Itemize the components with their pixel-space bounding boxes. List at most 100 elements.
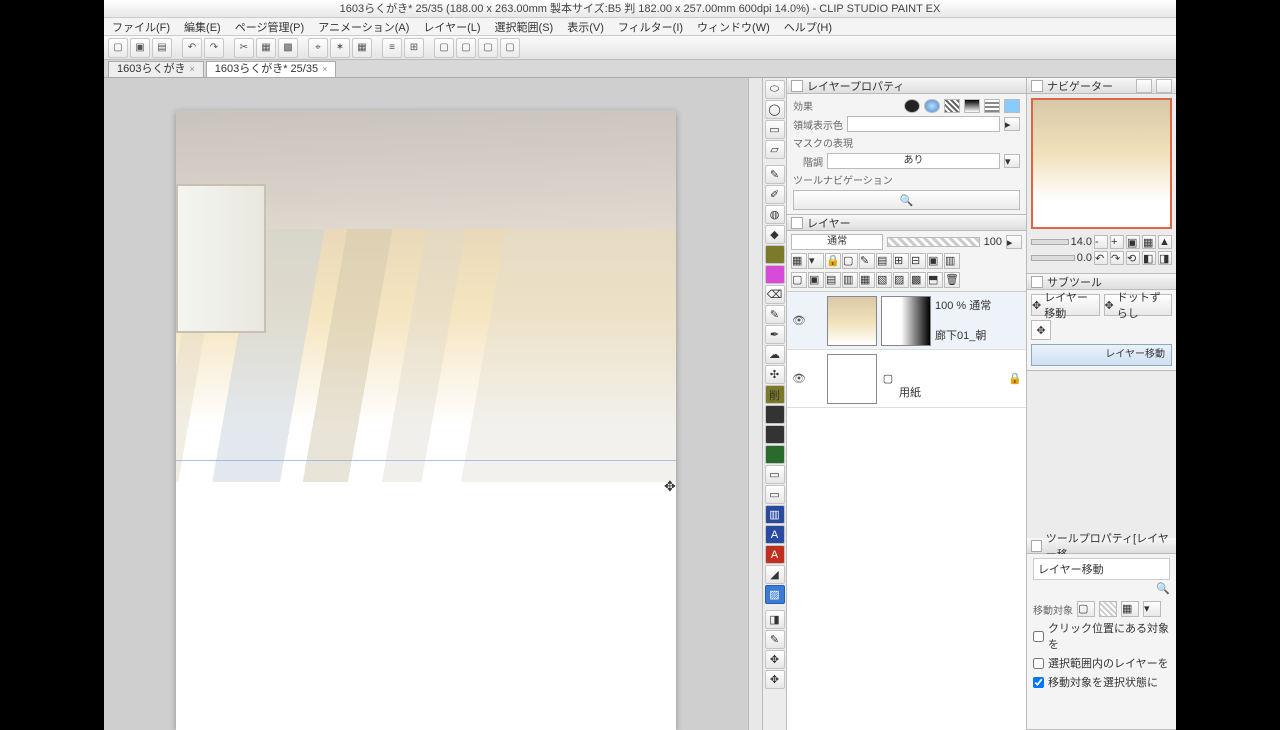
menu-view[interactable]: 表示(V) [567,19,604,35]
tool-frame-icon[interactable]: ▭ [765,465,785,484]
doc-tab-2[interactable]: 1603らくがき* 25/35 × [206,61,337,77]
visibility-icon[interactable]: 👁 [791,314,807,327]
tb-cut-icon[interactable]: ✂ [234,38,254,58]
tool-poly-icon[interactable]: ▱ [765,140,785,159]
mirror2-icon[interactable]: ◨ [1158,251,1172,265]
panel-opt-icon[interactable] [1156,79,1172,93]
layerprop-tab[interactable]: レイヤープロパティ [787,78,1026,94]
lyr-btn[interactable]: ▩ [910,272,926,288]
opacity-slider[interactable] [887,237,979,247]
tb-grid-icon[interactable]: ▦ [352,38,372,58]
layers-tab[interactable]: レイヤー [787,215,1026,231]
tool-shape-icon[interactable]: ◆ [765,225,785,244]
region-pick-icon[interactable]: ▸ [1004,117,1020,131]
menu-bar[interactable]: ファイル(F) 編集(E) ページ管理(P) アニメーション(A) レイヤー(L… [104,18,1176,36]
lyr-btn[interactable]: ▧ [876,272,892,288]
dropdown-icon[interactable]: ▾ [1143,601,1161,617]
tool-rect-icon[interactable]: ▭ [765,120,785,139]
blend-mode-select[interactable]: 通常 [791,234,883,250]
tool-op2-icon[interactable]: ✎ [765,630,785,649]
lyr-btn[interactable]: ▣ [927,253,943,269]
wrench-icon[interactable]: 🔍 [1033,582,1170,595]
tool-swatch1-icon[interactable] [765,245,785,264]
tool-swatch2-icon[interactable] [765,265,785,284]
lyr-btn[interactable]: ▦ [791,253,807,269]
layer-list[interactable]: 👁 100 % 通常 廊下01_朝 👁 ▢ [787,292,1026,730]
fx-btn1[interactable] [904,99,920,113]
layer-mask-thumb[interactable] [881,296,931,346]
lock-icon[interactable]: 🔒 [825,253,841,269]
navigator-preview[interactable] [1031,98,1172,229]
opacity-step-icon[interactable]: ▸ [1006,235,1022,249]
fit-icon[interactable]: ▣ [1126,235,1140,249]
tb-opt4-icon[interactable]: ▢ [500,38,520,58]
layer-thumb[interactable] [827,296,877,346]
tool-sw-green[interactable] [765,445,785,464]
doc-tab-1[interactable]: 1603らくがき × [108,61,204,77]
tb-opt1-icon[interactable]: ▢ [434,38,454,58]
tb-zoom-icon[interactable]: ⌖ [308,38,328,58]
panel-opt-icon[interactable] [1136,79,1152,93]
tb-copy-icon[interactable]: ▦ [256,38,276,58]
chk-sel-range[interactable]: 選択範囲内のレイヤーを [1033,655,1170,671]
menu-window[interactable]: ウィンドウ(W) [697,19,770,35]
canvas-scrollbar[interactable] [748,78,762,730]
tool-lasso-icon[interactable]: ⬭ [765,80,785,99]
tool-ellipse-icon[interactable]: ◯ [765,100,785,119]
chk-sel-state[interactable]: 移動対象を選択状態に [1033,674,1170,690]
lyr-btn[interactable]: ⊞ [893,253,909,269]
tool-erase-icon[interactable]: ⌫ [765,285,785,304]
menu-layer[interactable]: レイヤー(L) [423,19,480,35]
menu-anim[interactable]: アニメーション(A) [318,19,409,35]
tb-new-icon[interactable]: ▢ [108,38,128,58]
tb-open-icon[interactable]: ▣ [130,38,150,58]
tool-op1-icon[interactable]: ◨ [765,610,785,629]
canvas[interactable] [176,110,676,730]
tool-text-icon[interactable]: A [765,525,785,544]
tool-frame2-icon[interactable]: ▭ [765,485,785,504]
rot-r-icon[interactable]: ↷ [1110,251,1124,265]
fx-btn4[interactable] [964,99,980,113]
tool-pen-icon[interactable]: ✎ [765,165,785,184]
tb-zoom2-icon[interactable]: ✶ [330,38,350,58]
tb-undo-icon[interactable]: ↶ [182,38,202,58]
toolprop-tab[interactable]: ツールプロパティ[レイヤー移 [1027,538,1176,554]
menu-file[interactable]: ファイル(F) [112,19,170,35]
tab-close-icon[interactable]: × [322,62,327,77]
subtool-selected[interactable]: レイヤー移動 [1031,344,1172,366]
target-opt1[interactable]: ▢ [1077,601,1095,617]
layer-row[interactable]: 👁 ▢ 用紙 🔒 [787,350,1026,408]
menu-filter[interactable]: フィルター(I) [618,19,683,35]
lyr-btn[interactable]: ⊟ [910,253,926,269]
canvas-area[interactable]: ✥ [104,78,748,730]
menu-help[interactable]: ヘルプ(H) [784,19,832,35]
lyr-btn[interactable]: ▥ [842,272,858,288]
tb-paste-icon[interactable]: ▩ [278,38,298,58]
tool-hand-icon[interactable]: ✥ [765,650,785,669]
subtool-dot-button[interactable]: ✥ドットずらし [1104,294,1173,316]
zoom-slider[interactable] [1031,239,1069,245]
rot-reset-icon[interactable]: ⟲ [1126,251,1140,265]
tb-ruler-icon[interactable]: ≡ [382,38,402,58]
tool-sw-dark1[interactable] [765,405,785,424]
lyr-btn[interactable]: ▨ [893,272,909,288]
tab-close-icon[interactable]: × [189,62,194,77]
layer-name[interactable]: 廊下01_朝 [935,329,1022,343]
fx-btn2[interactable] [924,99,940,113]
fit2-icon[interactable]: ▦ [1142,235,1156,249]
lyr-btn[interactable]: ▢ [842,253,858,269]
flip-icon[interactable]: ▲ [1158,235,1172,249]
subtool-icon[interactable]: ✥ [1031,320,1051,340]
tool-deco-icon[interactable]: ✣ [765,365,785,384]
tool-grad-icon[interactable]: ◢ [765,565,785,584]
tool-sw-dark2[interactable] [765,425,785,444]
tool-text2-icon[interactable]: A [765,545,785,564]
tool-fill-icon[interactable]: ◍ [765,205,785,224]
region-color-field[interactable] [847,116,1000,132]
new-layer-icon[interactable]: ▢ [791,272,807,288]
subtool-move-button[interactable]: ✥レイヤー移動 [1031,294,1100,316]
layer-row[interactable]: 👁 100 % 通常 廊下01_朝 [787,292,1026,350]
tool-move-icon[interactable]: ▨ [765,585,785,604]
menu-edit[interactable]: 編集(E) [184,19,221,35]
tb-opt2-icon[interactable]: ▢ [456,38,476,58]
